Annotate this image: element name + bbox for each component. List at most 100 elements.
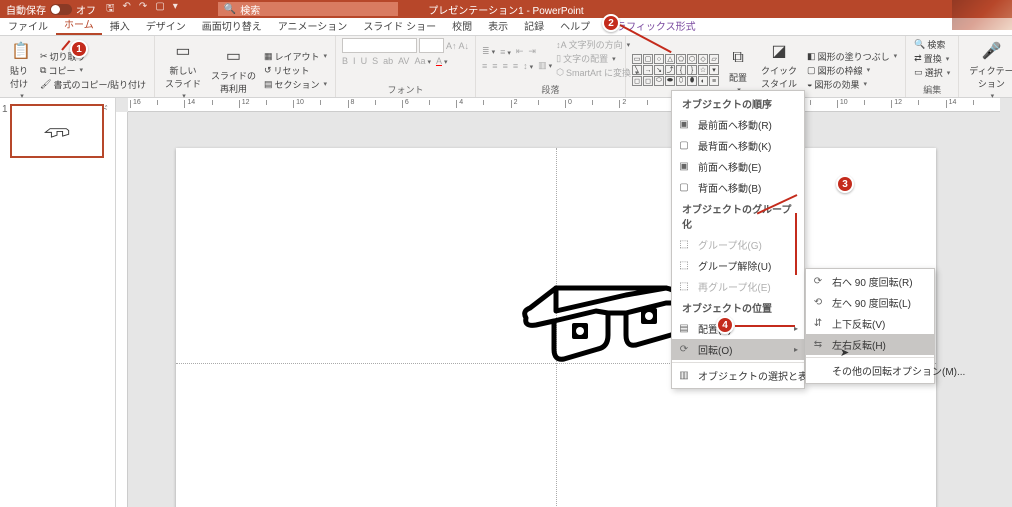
shape-icon[interactable]: { [676,65,686,75]
menu-align[interactable]: ▤配置(A)▸ [672,318,804,339]
section-button[interactable]: ▤セクション [262,78,329,91]
reuse-slides-button[interactable]: ▭ スライドの 再利用 [207,43,260,97]
font-family-combo[interactable] [342,38,417,53]
undo-icon[interactable]: ↶ [123,1,131,18]
shape-icon[interactable]: ⬯ [676,76,686,86]
tab-file[interactable]: ファイル [0,15,56,35]
tab-review[interactable]: 校閲 [444,15,480,35]
bold-icon[interactable]: B [342,56,348,66]
tab-design[interactable]: デザイン [138,15,194,35]
menu-flip-vertical[interactable]: ⇵上下反転(V) [806,313,934,334]
dictate-button[interactable]: 🎤 ディクテー ション [965,38,1012,102]
menu-send-to-back[interactable]: ▢最背面へ移動(K) [672,135,804,156]
shape-icon[interactable]: ⬡ [687,54,697,64]
shape-icon[interactable]: ⬭ [654,76,664,86]
start-from-beginning-icon[interactable]: ▢ [155,1,164,18]
paste-button[interactable]: 📋 貼り付け [6,38,36,102]
menu-more-rotation-options[interactable]: その他の回転オプション(M)... [806,360,934,381]
align-center-icon[interactable]: ≡ [492,61,497,71]
shape-fill-label: 図形の塗りつぶし [818,50,890,63]
shape-icon[interactable]: ◻ [643,76,653,86]
underline-icon[interactable]: U [361,56,368,66]
menu-send-backward[interactable]: ▢背面へ移動(B) [672,177,804,198]
shape-icon[interactable]: ▭ [632,54,642,64]
numbering-icon[interactable]: ≡ [500,47,511,57]
menu-flip-horizontal[interactable]: ⇆左右反転(H) ➤ [806,334,934,355]
shape-icon[interactable]: △ [665,54,675,64]
tab-slideshow[interactable]: スライド ショー [355,15,444,35]
find-button[interactable]: 🔍検索 [912,38,952,51]
font-color-icon[interactable]: A [436,56,448,66]
shape-icon[interactable]: ≡ [709,76,719,86]
shape-icon[interactable]: ☆ [698,65,708,75]
shapes-gallery[interactable]: ▭▢○△⬠⬡◇▱ ╲→↘⤴{}☆▾ ◻◻⬭⬬⬯⬮◐≡ [632,54,719,86]
change-case-icon[interactable]: Aa [414,56,431,66]
shape-icon[interactable]: ⬮ [687,76,697,86]
bullets-icon[interactable]: ≣ [482,46,495,57]
decrease-indent-icon[interactable]: ⇤ [516,46,524,57]
tab-home[interactable]: ホーム [56,13,102,35]
selection-pane-icon: ▥ [677,370,691,381]
menu-rotate[interactable]: ⟳回転(O)▸ [672,339,804,360]
justify-icon[interactable]: ≡ [513,61,518,71]
menu-rotate-right-90[interactable]: ⟳右へ 90 度回転(R) [806,271,934,292]
tab-view[interactable]: 表示 [480,15,516,35]
menu-selection-pane[interactable]: ▥オブジェクトの選択と表示(P)... [672,365,804,386]
shape-fill-button[interactable]: ◧図形の塗りつぶし [805,50,899,63]
redo-icon[interactable]: ↷ [139,1,147,18]
increase-indent-icon[interactable]: ⇥ [528,46,536,57]
shape-icon[interactable]: → [643,65,653,75]
menu-ungroup[interactable]: ⬚グループ解除(U) [672,255,804,276]
text-shadow-icon[interactable]: ab [383,56,393,66]
shape-icon[interactable]: ◇ [698,54,708,64]
decrease-font-icon[interactable]: A↓ [459,41,470,51]
italic-icon[interactable]: I [353,56,356,66]
shape-icon[interactable]: ◐ [698,76,708,86]
character-spacing-icon[interactable]: AV [398,56,409,66]
save-icon[interactable]: 🖫 [106,1,115,18]
new-slide-button[interactable]: ▭ 新しい スライド [161,38,205,102]
shape-icon[interactable]: ⬬ [665,76,675,86]
arrange-button[interactable]: ⧉ 配置 [723,45,753,96]
align-right-icon[interactable]: ≡ [503,61,508,71]
strikethrough-icon[interactable]: S [372,56,378,66]
font-size-combo[interactable] [419,38,444,53]
qat-more-icon[interactable]: ▾ [173,1,178,18]
shape-effects-button[interactable]: ◒図形の効果 [805,78,899,91]
shape-icon[interactable]: ↘ [654,65,664,75]
tab-record[interactable]: 記録 [516,15,552,35]
tab-transitions[interactable]: 画面切り替え [194,15,270,35]
select-button[interactable]: ▭選択 [912,66,952,79]
menu-rotate-left-90[interactable]: ⟲左へ 90 度回転(L) [806,292,934,313]
search-box[interactable]: 🔍 検索 [218,2,398,16]
menu-bring-to-front[interactable]: ▣最前面へ移動(R) [672,114,804,135]
line-spacing-icon[interactable]: ↕ [523,61,533,71]
menu-bring-forward[interactable]: ▣前面へ移動(E) [672,156,804,177]
callout-marker-1: 1 [70,40,88,58]
increase-font-icon[interactable]: A↑ [446,41,457,51]
reset-button[interactable]: ↺リセット [262,64,329,77]
columns-icon[interactable]: ▥ [538,60,552,71]
align-left-icon[interactable]: ≡ [482,61,487,71]
tab-insert[interactable]: 挿入 [102,15,138,35]
replace-button[interactable]: ⇄置換 [912,52,952,65]
shape-icon[interactable]: ╲ [632,65,642,75]
copy-button[interactable]: ⧉コピー [38,64,148,77]
shape-icon[interactable]: ◻ [632,76,642,86]
shape-outline-button[interactable]: ▢図形の枠線 [805,64,899,77]
format-painter-button[interactable]: 🖌書式のコピー/貼り付け [38,78,148,91]
shape-icon[interactable]: ▢ [643,54,653,64]
shape-icon[interactable]: ⬠ [676,54,686,64]
toggle-switch-icon[interactable] [50,4,72,15]
shape-icon[interactable]: ⤴ [665,65,675,75]
layout-button[interactable]: ▦レイアウト [262,50,329,63]
tab-animations[interactable]: アニメーション [270,15,356,35]
cut-button[interactable]: ✂切り取り [38,50,148,63]
shape-icon[interactable]: ○ [654,54,664,64]
tab-help[interactable]: ヘルプ [552,15,598,35]
shape-icon[interactable]: ▾ [709,65,719,75]
graphic-object-glasses[interactable] [516,263,686,368]
shape-icon[interactable]: ▱ [709,54,719,64]
shape-icon[interactable]: } [687,65,697,75]
slide-thumbnail[interactable]: 1 [10,104,105,158]
